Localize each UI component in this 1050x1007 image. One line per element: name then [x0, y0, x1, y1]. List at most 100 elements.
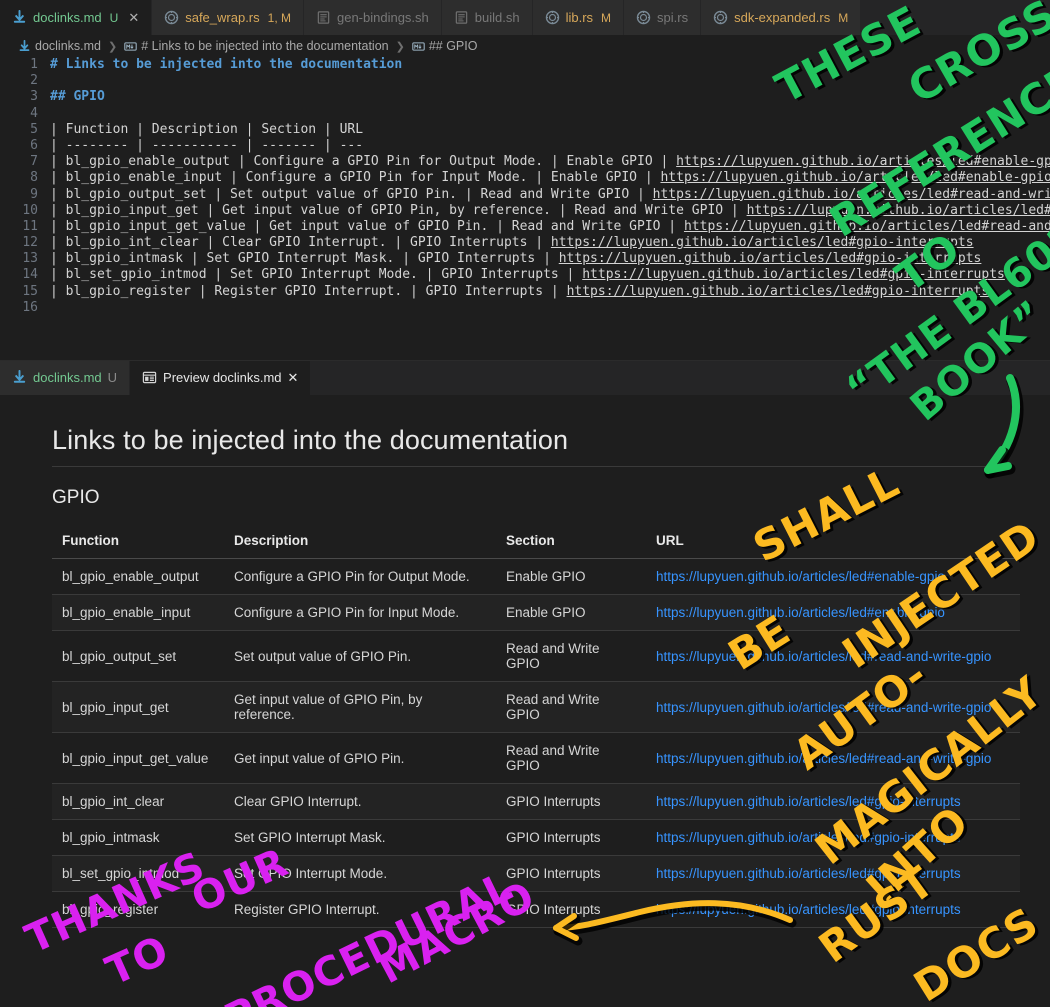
markdown-down-arrow-icon — [13, 10, 26, 23]
tab-label: build.sh — [474, 10, 520, 25]
table-cell: Configure a GPIO Pin for Input Mode. — [224, 594, 496, 631]
code-editor[interactable]: 1 # Links to be injected into the documen… — [0, 57, 1050, 360]
markdown-url[interactable]: https://lupyuen.github.io/articles/led#g… — [559, 251, 982, 266]
editor-tab-doclinks-md[interactable]: doclinks.md U ✕ — [0, 0, 153, 35]
code-line: 15 | bl_gpio_register | Register GPIO Int… — [0, 284, 1050, 300]
doc-link[interactable]: https://lupyuen.github.io/articles/led#r… — [656, 751, 991, 766]
line-content: | bl_gpio_intmask | Set GPIO Interrupt M… — [50, 251, 1050, 267]
close-icon[interactable]: ✕ — [288, 370, 299, 386]
code-line: 2 — [0, 73, 1050, 89]
table-cell-url: https://lupyuen.github.io/articles/led#r… — [646, 732, 1020, 784]
line-number: 11 — [22, 218, 38, 234]
table-cell: bl_gpio_enable_output — [52, 558, 224, 595]
title-divider — [52, 466, 998, 467]
tab-label: spi.rs — [657, 10, 689, 25]
code-line: 11 | bl_gpio_input_get_value | Get input … — [0, 219, 1050, 235]
editor-tab-gen-bindings-sh[interactable]: gen-bindings.sh — [303, 0, 442, 35]
editor-tab-spi-rs[interactable]: spi.rs — [624, 0, 702, 35]
markdown-url[interactable]: https://lupyuen.github.io/articles/led#g… — [567, 284, 990, 299]
doc-link[interactable]: https://lupyuen.github.io/articles/led#e… — [656, 605, 945, 620]
code-line: 7 | bl_gpio_enable_output | Configure a G… — [0, 154, 1050, 170]
editor-tab-sdk-expanded-rs[interactable]: sdk-expanded.rs M — [701, 0, 862, 35]
markdown-row-text: | bl_gpio_enable_input | Configure a GPI… — [50, 170, 661, 186]
doc-link[interactable]: https://lupyuen.github.io/articles/led#r… — [656, 700, 991, 715]
preview-tab-1[interactable]: Preview doclinks.md ✕ — [130, 360, 312, 395]
markdown-row-text: | bl_gpio_output_set | Set output value … — [50, 186, 653, 202]
markdown-row-text: | bl_gpio_int_clear | Clear GPIO Interru… — [50, 235, 551, 251]
editor-tab-build-sh[interactable]: build.sh — [441, 0, 533, 35]
table-cell: GPIO Interrupts — [496, 891, 646, 928]
breadcrumb-label: # Links to be injected into the document… — [141, 39, 389, 53]
table-cell-url: https://lupyuen.github.io/articles/led#g… — [646, 891, 1020, 928]
preview-group: doclinks.md U Preview doclinks.md ✕ Links t… — [0, 360, 1050, 1007]
line-number: 16 — [22, 299, 38, 315]
markdown-url[interactable]: https://lupyuen.github.io/articles/led#g… — [582, 267, 1005, 282]
breadcrumb-item-0[interactable]: doclinks.md — [18, 39, 101, 53]
code-line: 8 | bl_gpio_enable_input | Configure a GP… — [0, 170, 1050, 186]
doc-link[interactable]: https://lupyuen.github.io/articles/led#e… — [656, 569, 945, 584]
table-row: bl_gpio_enable_output Configure a GPIO Pi… — [52, 558, 1020, 595]
tab-status-badge: U — [107, 370, 118, 385]
doc-link[interactable]: https://lupyuen.github.io/articles/led#g… — [656, 902, 961, 917]
tab-label: doclinks.md — [33, 10, 102, 25]
tab-label: safe_wrap.rs — [185, 10, 260, 25]
doc-link[interactable]: https://lupyuen.github.io/articles/led#g… — [656, 830, 961, 845]
table-cell-url: https://lupyuen.github.io/articles/led#g… — [646, 855, 1020, 892]
table-row: bl_gpio_register Register GPIO Interrupt.… — [52, 891, 1020, 928]
tab-status-badge: 1, M — [267, 10, 291, 25]
markdown-text: | Function | Description | Section | URL — [50, 121, 364, 137]
table-cell: bl_gpio_input_get — [52, 681, 224, 733]
table-cell: Set GPIO Interrupt Mode. — [224, 855, 496, 892]
markdown-url[interactable]: https://lupyuen.github.io/articles/led#g… — [551, 235, 974, 250]
breadcrumb-item-1[interactable]: # Links to be injected into the document… — [124, 39, 389, 53]
editor-tab-lib-rs[interactable]: lib.rs M — [532, 0, 625, 35]
markdown-url[interactable]: https://lupyuen.github.io/articles/led#r… — [747, 203, 1050, 218]
code-line: 5 | Function | Description | Section | UR… — [0, 122, 1050, 138]
line-number: 9 — [30, 186, 38, 202]
table-cell: GPIO Interrupts — [496, 783, 646, 820]
editor-tab-safe-wrap-rs[interactable]: safe_wrap.rs 1, M — [152, 0, 304, 35]
table-cell-url: https://lupyuen.github.io/articles/led#r… — [646, 630, 1020, 682]
code-line: 16 — [0, 300, 1050, 316]
table-cell: GPIO Interrupts — [496, 819, 646, 856]
markdown-url[interactable]: https://lupyuen.github.io/articles/led#r… — [653, 187, 1050, 202]
table-column-header: Function — [52, 527, 224, 559]
doc-link[interactable]: https://lupyuen.github.io/articles/led#g… — [656, 866, 961, 881]
doc-link[interactable]: https://lupyuen.github.io/articles/led#r… — [656, 649, 991, 664]
table-cell: bl_gpio_enable_input — [52, 594, 224, 631]
table-column-header: Section — [496, 527, 646, 559]
table-cell: bl_gpio_output_set — [52, 630, 224, 682]
breadcrumb-label: doclinks.md — [35, 39, 101, 53]
line-number: 8 — [30, 170, 38, 186]
preview-layout-icon — [142, 371, 157, 384]
breadcrumb-item-2[interactable]: ## GPIO — [412, 39, 477, 53]
table-cell-url: https://lupyuen.github.io/articles/led#r… — [646, 681, 1020, 733]
shell-script-icon — [455, 11, 468, 24]
code-line: 13 | bl_gpio_intmask | Set GPIO Interrupt… — [0, 251, 1050, 267]
preview-tab-bar: doclinks.md U Preview doclinks.md ✕ — [0, 360, 1050, 395]
editor-group: doclinks.md U ✕ safe_wrap.rs 1, M gen-binding… — [0, 0, 1050, 360]
markdown-url[interactable]: https://lupyuen.github.io/articles/led#e… — [676, 154, 1050, 169]
line-number: 15 — [22, 283, 38, 299]
table-cell-url: https://lupyuen.github.io/articles/led#e… — [646, 594, 1020, 631]
doc-link[interactable]: https://lupyuen.github.io/articles/led#g… — [656, 794, 961, 809]
editor-split-divider[interactable] — [0, 360, 1050, 361]
tab-status-badge: M — [601, 10, 612, 25]
markdown-down-arrow-icon — [19, 39, 30, 51]
line-content: ## GPIO — [50, 89, 1050, 105]
line-number: 7 — [30, 154, 38, 170]
preview-tab-0[interactable]: doclinks.md U — [0, 360, 131, 395]
table-column-header: Description — [224, 527, 496, 559]
markdown-url[interactable]: https://lupyuen.github.io/articles/led#r… — [684, 219, 1050, 234]
table-cell: Set output value of GPIO Pin. — [224, 630, 496, 682]
table-cell-url: https://lupyuen.github.io/articles/led#e… — [646, 558, 1020, 595]
line-content: | bl_gpio_enable_output | Configure a GP… — [50, 154, 1050, 170]
line-content: | Function | Description | Section | URL — [50, 122, 1050, 138]
line-number: 3 — [30, 89, 38, 105]
line-number: 6 — [30, 137, 38, 153]
breadcrumb: doclinks.md ❯ # Links to be injected into … — [0, 35, 1050, 57]
markdown-url[interactable]: https://lupyuen.github.io/articles/led#e… — [660, 170, 1050, 185]
line-content — [50, 300, 1050, 316]
close-icon[interactable]: ✕ — [128, 11, 139, 24]
table-cell: bl_gpio_int_clear — [52, 783, 224, 820]
